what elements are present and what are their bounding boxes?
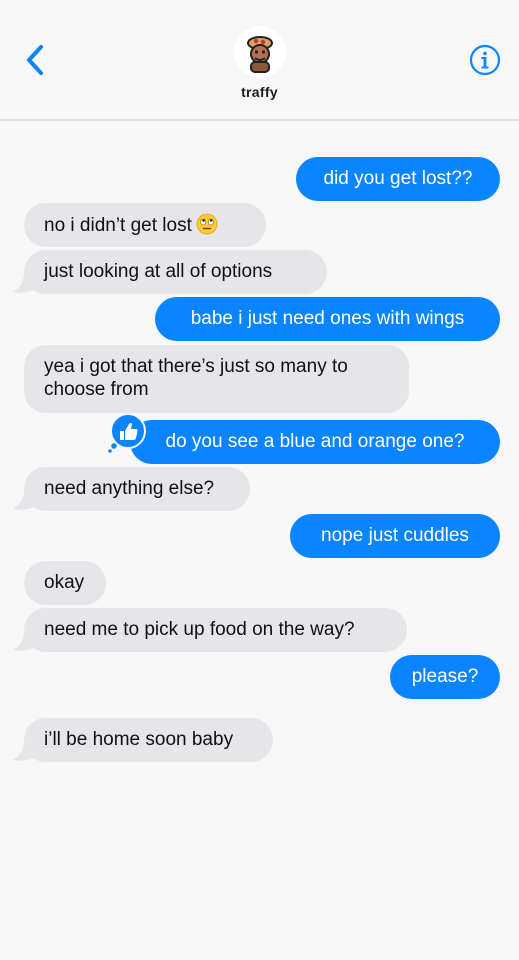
message-bubble-received[interactable]: need anything else? — [24, 467, 250, 511]
message-text: no i didn’t get lost — [44, 215, 192, 236]
info-button[interactable] — [468, 43, 502, 77]
bubble-tail — [12, 634, 34, 651]
message-bubble-received[interactable]: no i didn’t get lost — [24, 203, 266, 247]
back-button[interactable] — [18, 40, 52, 80]
chevron-left-icon — [27, 45, 43, 75]
message-bubble-sent[interactable]: did you get lost?? — [296, 157, 500, 201]
message-bubble-received[interactable]: okay — [24, 561, 106, 605]
message-bubble-received[interactable]: just looking at all of options — [24, 250, 327, 294]
contact-avatar[interactable] — [234, 26, 286, 78]
info-circle-icon — [469, 44, 501, 76]
message-bubble-received[interactable]: need me to pick up food on the way? — [24, 608, 407, 652]
message-bubble-sent[interactable]: do you see a blue and orange one? — [130, 420, 500, 464]
conversation-header: traffy — [0, 0, 519, 121]
message-bubble-received[interactable]: i’ll be home soon baby — [24, 718, 273, 762]
bubble-tail — [12, 493, 34, 510]
bubble-tail — [12, 744, 34, 761]
message-bubble-sent[interactable]: babe i just need ones with wings — [155, 297, 500, 341]
message-bubble-sent[interactable]: please? — [390, 655, 500, 699]
contact-name[interactable]: traffy — [0, 84, 519, 100]
thumbs-up-icon[interactable] — [108, 413, 148, 453]
message-bubble-received[interactable]: yea i got that there’s just so many to c… — [24, 345, 409, 413]
face-with-rolling-eyes-icon — [196, 213, 218, 235]
message-bubble-sent[interactable]: nope just cuddles — [290, 514, 500, 558]
bubble-tail — [12, 276, 34, 293]
